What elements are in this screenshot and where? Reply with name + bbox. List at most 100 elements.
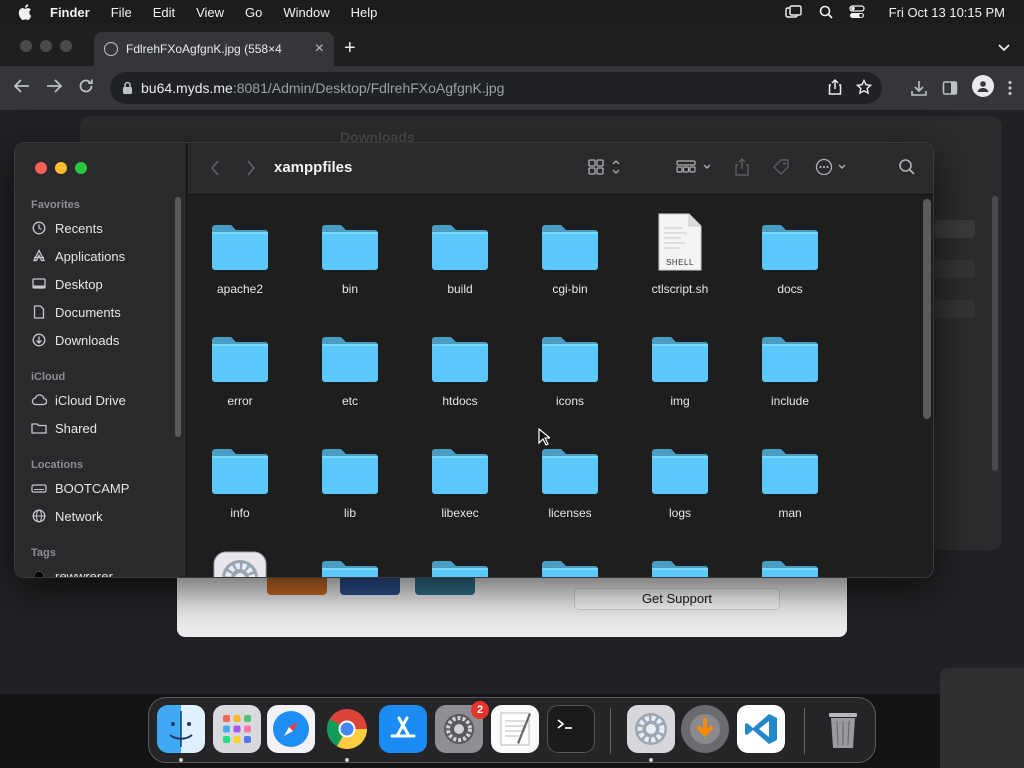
- xampp-panel-icon: [340, 575, 400, 595]
- folder-item[interactable]: include: [735, 318, 845, 408]
- browser-minimize-button[interactable]: [40, 40, 52, 52]
- sidebar-item-desktop[interactable]: Desktop: [31, 273, 181, 295]
- download-arrow-icon: [690, 714, 720, 744]
- sidebar-item-shared[interactable]: Shared: [31, 417, 181, 439]
- gear-icon: [188, 542, 295, 577]
- sidebar-item-label: iCloud Drive: [55, 392, 126, 408]
- folder-item[interactable]: img: [625, 318, 735, 408]
- folder-item[interactable]: icons: [515, 318, 625, 408]
- more-options-icon[interactable]: [1008, 78, 1012, 97]
- sidebar-item-bootcamp[interactable]: BOOTCAMP: [31, 477, 181, 499]
- dock-app-store[interactable]: [379, 705, 427, 753]
- folder-item[interactable]: error: [188, 318, 295, 408]
- share-icon[interactable]: [828, 79, 842, 95]
- menubar-clock[interactable]: Fri Oct 13 10:15 PM: [889, 5, 1005, 20]
- dock-finder[interactable]: [157, 705, 205, 753]
- folder-item[interactable]: docs: [735, 206, 845, 296]
- sidebar-scrollbar[interactable]: [175, 197, 181, 437]
- folder-item[interactable]: [405, 542, 515, 577]
- sidebar-item-icloud-drive[interactable]: iCloud Drive: [31, 389, 181, 411]
- menu-view[interactable]: View: [196, 5, 224, 20]
- new-tab-button[interactable]: +: [344, 38, 356, 58]
- zoom-button[interactable]: [75, 162, 87, 174]
- folder-item[interactable]: cgi-bin: [515, 206, 625, 296]
- dock-safari[interactable]: [267, 705, 315, 753]
- menu-edit[interactable]: Edit: [153, 5, 175, 20]
- folder-icon: [515, 542, 625, 577]
- folder-item[interactable]: [735, 542, 845, 577]
- menu-help[interactable]: Help: [351, 5, 378, 20]
- sidebar-item-applications[interactable]: Applications: [31, 245, 181, 267]
- tab-close-icon[interactable]: ×: [315, 41, 324, 57]
- group-by-icon[interactable]: [676, 158, 714, 176]
- dock-trash[interactable]: [819, 705, 867, 753]
- bookmark-star-icon[interactable]: [856, 79, 872, 95]
- close-button[interactable]: [35, 162, 47, 174]
- apple-menu-icon[interactable]: [18, 4, 34, 20]
- control-center-icon[interactable]: [849, 5, 865, 19]
- dock-google-chrome[interactable]: [323, 705, 371, 753]
- folder-item[interactable]: bin: [295, 206, 405, 296]
- dock-textedit[interactable]: [491, 705, 539, 753]
- screen-mirroring-icon[interactable]: [784, 5, 803, 19]
- application-item[interactable]: [188, 542, 295, 577]
- browser-close-button[interactable]: [20, 40, 32, 52]
- sidebar-item-documents[interactable]: Documents: [31, 301, 181, 323]
- dock-xampp-manager[interactable]: [627, 705, 675, 753]
- folder-icon: [405, 206, 515, 272]
- folder-item[interactable]: [515, 542, 625, 577]
- sidebar-item-recents[interactable]: Recents: [31, 217, 181, 239]
- sidebar-item-network[interactable]: Network: [31, 505, 181, 527]
- back-chevron-icon[interactable]: [210, 160, 220, 176]
- folder-item[interactable]: libexec: [405, 430, 515, 520]
- lock-icon[interactable]: [122, 81, 133, 95]
- forward-arrow-icon[interactable]: [45, 78, 63, 94]
- search-icon[interactable]: [898, 158, 916, 176]
- folder-item[interactable]: man: [735, 430, 845, 520]
- address-bar[interactable]: bu64.myds.me :8081/Admin/Desktop/FdlrehF…: [110, 72, 882, 104]
- menu-go[interactable]: Go: [245, 5, 262, 20]
- sidebar-item-tag[interactable]: rewwrerer: [31, 565, 181, 577]
- profile-avatar-icon[interactable]: [972, 75, 994, 97]
- reload-icon[interactable]: [78, 78, 94, 94]
- folder-item[interactable]: licenses: [515, 430, 625, 520]
- icon-view-grid-icon[interactable]: [588, 158, 622, 176]
- menu-file[interactable]: File: [111, 5, 132, 20]
- folder-item[interactable]: [625, 542, 735, 577]
- dock-launchpad[interactable]: [213, 705, 261, 753]
- download-icon[interactable]: [910, 78, 928, 97]
- folder-item[interactable]: build: [405, 206, 515, 296]
- dock-terminal[interactable]: [547, 705, 595, 753]
- dock-visual-studio-code[interactable]: [737, 705, 785, 753]
- folder-icon: [405, 430, 515, 496]
- dock-downloads[interactable]: [681, 705, 729, 753]
- file-item[interactable]: SHELL ctlscript.sh: [625, 206, 735, 296]
- action-more-icon[interactable]: [815, 158, 849, 176]
- get-support-button[interactable]: Get Support: [574, 588, 780, 610]
- content-scrollbar[interactable]: [923, 199, 931, 419]
- tag-icon[interactable]: [772, 158, 792, 176]
- folder-item[interactable]: apache2: [188, 206, 295, 296]
- menu-finder[interactable]: Finder: [50, 5, 90, 20]
- folder-item[interactable]: lib: [295, 430, 405, 520]
- tab-search-chevron-icon[interactable]: [998, 39, 1010, 57]
- browser-zoom-button[interactable]: [60, 40, 72, 52]
- forward-chevron-icon[interactable]: [246, 160, 256, 176]
- folder-item[interactable]: [295, 542, 405, 577]
- minimize-button[interactable]: [55, 162, 67, 174]
- clock-icon: [31, 220, 47, 236]
- share-icon[interactable]: [734, 158, 750, 176]
- compass-icon: [273, 711, 309, 747]
- finder-sidebar: Favorites Recents Applications Desktop D…: [15, 143, 187, 577]
- folder-item[interactable]: htdocs: [405, 318, 515, 408]
- browser-tab[interactable]: FdlrehFXoAgfgnK.jpg (558×4 ×: [94, 32, 334, 66]
- side-panel-icon[interactable]: [942, 78, 958, 97]
- sidebar-item-downloads[interactable]: Downloads: [31, 329, 181, 351]
- folder-item[interactable]: etc: [295, 318, 405, 408]
- back-arrow-icon[interactable]: [13, 78, 31, 94]
- folder-item[interactable]: logs: [625, 430, 735, 520]
- folder-item[interactable]: info: [188, 430, 295, 520]
- dock-system-settings[interactable]: 2: [435, 701, 489, 753]
- menu-window[interactable]: Window: [283, 5, 329, 20]
- spotlight-search-icon[interactable]: [819, 5, 833, 19]
